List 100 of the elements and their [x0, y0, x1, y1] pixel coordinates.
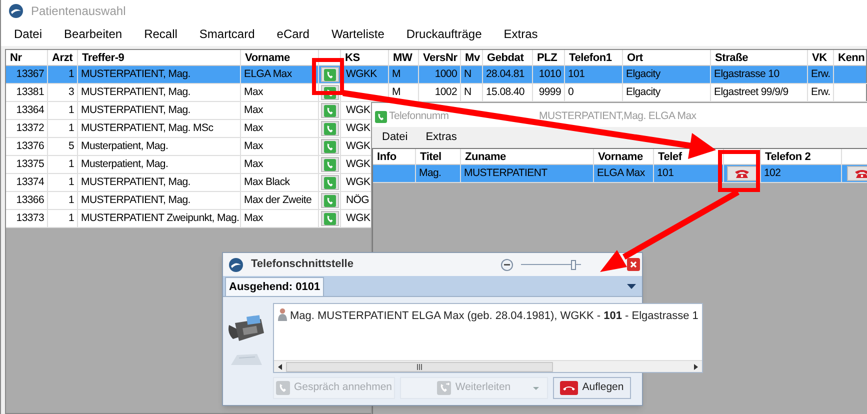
close-button[interactable]	[627, 258, 640, 271]
table-cell: 13373	[16, 212, 44, 224]
call-button[interactable]	[320, 103, 338, 118]
table-cell: 1	[68, 176, 74, 188]
table-cell: Max	[244, 158, 263, 170]
table-cell: N	[464, 68, 472, 80]
menu-item[interactable]: Datei	[14, 25, 42, 43]
table-cell: Elgastrasse 10	[714, 68, 780, 80]
menu-item[interactable]: Smartcard	[199, 25, 255, 43]
phone-icon	[324, 212, 336, 224]
table-cell: Elgastreet 99/9/9	[714, 86, 788, 98]
table-cell: Erw.	[811, 68, 830, 80]
app-logo-icon	[229, 258, 243, 272]
window-title: Telefonschnittstelle	[251, 257, 354, 272]
menu-item[interactable]: Datei	[382, 128, 408, 146]
table-cell: 101	[568, 68, 585, 80]
call-button[interactable]	[320, 211, 338, 226]
menu-item[interactable]: Warteliste	[331, 25, 384, 43]
table-cell: 28.04.81	[486, 68, 524, 80]
table-cell: 1000	[434, 68, 457, 80]
menu-item[interactable]: Druckaufträge	[406, 25, 482, 43]
menu-item[interactable]: Bearbeiten	[64, 25, 122, 43]
telephone-icon	[854, 169, 867, 178]
table-cell: WGK	[346, 176, 370, 188]
table-cell: 0	[568, 86, 574, 98]
slider-thumb[interactable]	[570, 260, 576, 270]
table-cell: MUSTERPATIENT, Mag.	[81, 176, 190, 188]
dropdown-icon[interactable]	[627, 284, 636, 288]
table-cell: 13376	[16, 140, 44, 152]
table-cell: 15.08.40	[486, 86, 524, 98]
table-cell: 1	[68, 158, 74, 170]
call-button[interactable]	[320, 175, 338, 190]
call-button[interactable]	[320, 67, 338, 82]
table-cell: N	[464, 86, 472, 98]
table-cell: MUSTERPATIENT	[464, 167, 548, 179]
table-cell: WGK	[346, 122, 370, 134]
call-button[interactable]: Auflegen	[553, 377, 631, 399]
table-cell: ELGA Max	[597, 167, 645, 179]
fax-machine-icon	[229, 353, 263, 367]
phone-icon	[324, 176, 336, 188]
table-cell: NÖG	[346, 194, 370, 206]
call-button[interactable]	[320, 139, 338, 154]
phone-icon	[324, 122, 336, 134]
menu-item[interactable]: Extras	[426, 128, 457, 146]
table-cell: 13381	[16, 86, 44, 98]
table-cell: 13367	[16, 68, 44, 80]
call-button[interactable]	[320, 157, 338, 172]
table-cell: M	[392, 86, 400, 98]
app-logo-icon	[9, 4, 23, 18]
zoom-slider[interactable]	[521, 258, 581, 270]
table-cell: WGKK	[346, 68, 377, 80]
table-cell: MUSTERPATIENT Zweipunkt, Mag.	[81, 212, 240, 224]
selected-row[interactable]: 13367 1 MUSTERPATIENT, Mag. ELGA Max WGKK M 1000 N 28.04.81 1010 101 Elgacity Elgastrasse 10 Erw.	[6, 66, 866, 84]
table-cell: 1	[68, 68, 74, 80]
call-button[interactable]	[320, 121, 338, 136]
table-cell: Max	[244, 212, 263, 224]
table-cell: Max	[244, 86, 263, 98]
table-cell: WGK	[346, 104, 370, 116]
table-cell: 1	[68, 104, 74, 116]
window-title: Telefonnumm	[389, 108, 450, 124]
close-icon	[630, 261, 637, 268]
table-cell: 13375	[16, 158, 44, 170]
phone-icon	[375, 110, 387, 122]
table-cell: WGK	[346, 158, 370, 170]
table-cell: MUSTERPATIENT, Mag.	[81, 86, 190, 98]
table-cell: WGK	[346, 212, 370, 224]
menu-item[interactable]: Extras	[504, 25, 538, 43]
zoom-out-button[interactable]	[501, 258, 513, 270]
table-cell: 13366	[16, 194, 44, 206]
call-button[interactable]	[320, 193, 338, 208]
table-cell: 1	[68, 212, 74, 224]
table-cell: Max	[244, 104, 263, 116]
table-cell: MUSTERPATIENT, Mag.	[81, 68, 190, 80]
caret-icon	[533, 387, 539, 390]
table-cell: Max	[244, 122, 263, 134]
table-cell: Musterpatient, Mag.	[81, 140, 168, 152]
call-button[interactable]	[727, 166, 757, 181]
menu-item[interactable]: Recall	[144, 25, 178, 43]
table-cell: WGK	[346, 140, 370, 152]
phone-icon	[324, 68, 336, 80]
phone-icon	[324, 140, 336, 152]
phone-forward-icon	[437, 381, 452, 395]
phone-icon	[324, 104, 336, 116]
horizontal-scrollbar[interactable]	[274, 360, 702, 372]
table-cell: MUSTERPATIENT, Mag.	[81, 104, 190, 116]
table-cell: MUSTERPATIENT, Mag. MSc	[81, 122, 214, 134]
telephone-icon	[734, 169, 750, 178]
table-cell: 13374	[16, 176, 44, 188]
table-cell: MUSTERPATIENT, Mag.	[81, 194, 190, 206]
hang-up-icon	[560, 381, 578, 395]
table-cell: ELGA Max	[244, 68, 292, 80]
call-entry[interactable]: Mag. MUSTERPATIENT ELGA Max (geb. 28.04.1981), WGKK - 101 - Elgastrasse 1	[290, 308, 698, 324]
highlight-frame	[312, 58, 344, 95]
table-cell: Max Black	[244, 176, 290, 188]
tab[interactable]: Ausgehend: 0101	[225, 277, 324, 296]
menu-item[interactable]: eCard	[276, 25, 310, 43]
selected-row[interactable]: Mag. MUSTERPATIENT ELGA Max 101 102	[373, 165, 867, 183]
phone-icon	[324, 194, 336, 206]
table-cell: Elgacity	[626, 68, 660, 80]
phone-icon	[276, 381, 290, 395]
